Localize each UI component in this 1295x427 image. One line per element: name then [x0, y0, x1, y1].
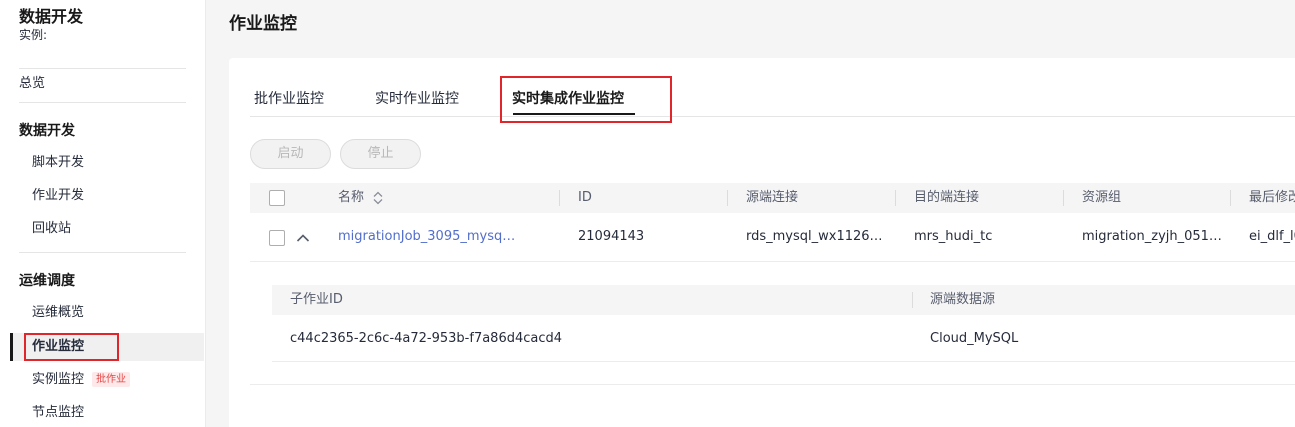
divider: [19, 68, 186, 69]
column-header-name[interactable]: 名称: [338, 183, 384, 213]
sub-job-id-cell: c44c2365-2c6c-4a72-953b-f7a86d4cacd4: [290, 331, 563, 346]
batch-job-badge: 批作业: [92, 372, 131, 387]
tabs-divider: [250, 116, 1295, 117]
tab-batch-job-monitor[interactable]: 批作业监控: [254, 88, 324, 108]
column-separator[interactable]: [895, 190, 896, 206]
dest-conn-cell: mrs_hudi_tc: [914, 229, 993, 244]
job-name-link[interactable]: migrationJob_3095_mysql2…: [338, 214, 518, 260]
sidebar-group-dev: 数据开发: [19, 123, 75, 139]
subtable-row: c44c2365-2c6c-4a72-953b-f7a86d4cacd4 Clo…: [272, 316, 1295, 362]
tab-realtime-job-monitor[interactable]: 实时作业监控: [375, 88, 459, 108]
column-separator[interactable]: [559, 190, 560, 206]
column-header-dest-conn: 目的端连接: [914, 190, 980, 205]
sidebar-item-instance-monitor[interactable]: 实例监控 批作业: [10, 366, 204, 394]
column-header-last-modified: 最后修改: [1249, 190, 1295, 205]
job-id-cell: 21094143: [578, 229, 645, 244]
row-checkbox[interactable]: [269, 230, 285, 246]
highlight-box: [24, 333, 119, 361]
start-button[interactable]: 启动: [250, 139, 331, 169]
detail-divider: [250, 384, 1295, 385]
main-card: 批作业监控 实时作业监控 实时集成作业监控 启动 停止 名称 ID 源端连接 目…: [229, 58, 1295, 427]
source-conn-cell: rds_mysql_wx11266…: [746, 229, 886, 244]
sidebar-item-overview[interactable]: 总览: [19, 72, 45, 91]
column-separator[interactable]: [912, 292, 913, 308]
column-header-source-type: 源端数据源: [930, 292, 996, 307]
table-header: 名称 ID 源端连接 目的端连接 资源组 最后修改: [250, 183, 1295, 213]
column-separator[interactable]: [1230, 190, 1231, 206]
column-label: 名称: [338, 190, 365, 205]
instance-label[interactable]: 实例:: [19, 26, 47, 43]
column-separator[interactable]: [727, 190, 728, 206]
divider: [19, 252, 186, 253]
sidebar-item-recycle-bin[interactable]: 回收站: [10, 215, 204, 243]
select-all-checkbox[interactable]: [269, 190, 285, 206]
sidebar-item-label: 实例监控: [32, 372, 85, 387]
sidebar-item-ops-overview[interactable]: 运维概览: [10, 299, 204, 327]
sidebar-group-ops: 运维调度: [19, 273, 75, 289]
sidebar-item-script-dev[interactable]: 脚本开发: [10, 149, 204, 177]
column-header-source-conn: 源端连接: [746, 190, 799, 205]
column-header-resource-group: 资源组: [1082, 190, 1122, 205]
highlight-box: [500, 76, 672, 123]
column-header-id: ID: [578, 190, 592, 205]
sidebar-item-job-dev[interactable]: 作业开发: [10, 182, 204, 210]
sidebar-item-node-monitor[interactable]: 节点监控: [10, 399, 204, 427]
stop-button[interactable]: 停止: [340, 139, 421, 169]
last-modified-cell: ei_dlf_l0: [1249, 229, 1295, 244]
column-separator[interactable]: [1063, 190, 1064, 206]
table-row: migrationJob_3095_mysql2… 21094143 rds_m…: [250, 214, 1295, 262]
sidebar: 数据开发 实例: 总览 数据开发 脚本开发 作业开发 回收站 运维调度 运维概览…: [0, 0, 206, 427]
subtable-header: 子作业ID 源端数据源: [272, 285, 1295, 315]
sort-icon[interactable]: [372, 191, 384, 205]
column-header-sub-job-id: 子作业ID: [290, 292, 343, 307]
divider: [19, 102, 186, 103]
app-title: 数据开发: [19, 7, 84, 26]
chevron-up-icon[interactable]: [296, 233, 310, 243]
page-title: 作业监控: [229, 14, 297, 34]
resource-group-cell: migration_zyjh_051…: [1082, 229, 1222, 244]
source-type-cell: Cloud_MySQL: [930, 331, 1019, 346]
